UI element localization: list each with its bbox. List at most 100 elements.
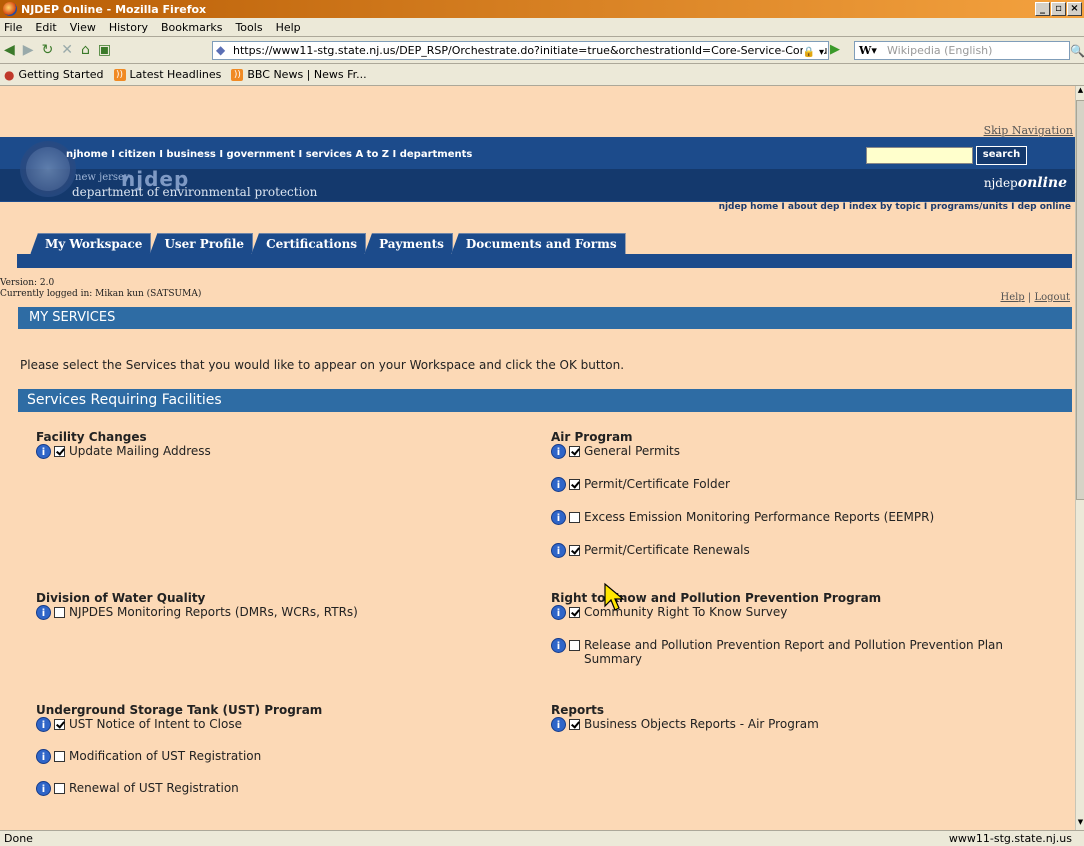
- url-field[interactable]: ◆ https://www11-stg.state.nj.us/DEP_RSP/…: [212, 41, 829, 60]
- menu-file[interactable]: File: [4, 21, 22, 34]
- service-label: Permit/Certificate Folder: [584, 477, 730, 491]
- bookmark-getting-started[interactable]: ● Getting Started: [4, 68, 104, 82]
- info-icon[interactable]: i: [36, 749, 51, 764]
- info-icon[interactable]: i: [551, 444, 566, 459]
- group-ust-program: Underground Storage Tank (UST) Program i…: [36, 703, 322, 796]
- version-info: Version: 2.0 Currently logged in: Mikan …: [0, 278, 201, 300]
- info-icon[interactable]: i: [551, 477, 566, 492]
- service-checkbox[interactable]: [54, 446, 65, 457]
- vertical-scrollbar[interactable]: ▲ ▼: [1075, 86, 1084, 830]
- group-title: Air Program: [551, 430, 633, 444]
- info-icon[interactable]: i: [36, 444, 51, 459]
- service-checkbox[interactable]: [54, 783, 65, 794]
- service-checkbox[interactable]: [569, 719, 580, 730]
- section-header-services-requiring-facilities: Services Requiring Facilities: [18, 389, 1072, 412]
- help-link[interactable]: Help: [1000, 292, 1024, 303]
- bookmark-page-icon[interactable]: ▣: [98, 42, 111, 58]
- service-checkbox[interactable]: [569, 607, 580, 618]
- bookmarks-toolbar: ● Getting Started )) Latest Headlines ))…: [0, 64, 1084, 86]
- menu-edit[interactable]: Edit: [35, 21, 56, 34]
- service-item: i Permit/Certificate Folder: [551, 477, 934, 492]
- forward-icon[interactable]: ▶: [23, 42, 34, 58]
- scrollbar-thumb[interactable]: [1076, 100, 1084, 500]
- window-title: NJDEP Online - Mozilla Firefox: [21, 2, 207, 16]
- group-air-program: Air Program i General Permits i Permit/C…: [551, 430, 934, 558]
- info-icon[interactable]: i: [551, 510, 566, 525]
- service-item: i Renewal of UST Registration: [36, 781, 322, 796]
- service-item: i Permit/Certificate Renewals: [551, 543, 934, 558]
- service-label: Excess Emission Monitoring Performance R…: [584, 510, 935, 524]
- info-icon[interactable]: i: [551, 543, 566, 558]
- bookmark-latest-headlines[interactable]: )) Latest Headlines: [113, 68, 221, 81]
- minimize-button[interactable]: _: [1035, 2, 1050, 16]
- menu-history[interactable]: History: [109, 21, 148, 34]
- service-checkbox[interactable]: [54, 751, 65, 762]
- bookmark-label: Getting Started: [18, 68, 104, 81]
- navigation-toolbar: ◀ ▶ ↻ ✕ ⌂ ▣ ◆ https://www11-stg.state.nj…: [0, 37, 1084, 64]
- info-icon[interactable]: i: [36, 717, 51, 732]
- service-checkbox[interactable]: [569, 479, 580, 490]
- site-header: njhome I citizen I business I government…: [0, 137, 1075, 202]
- group-title: Underground Storage Tank (UST) Program: [36, 703, 323, 717]
- tab-certifications[interactable]: Certifications: [251, 233, 367, 255]
- tab-documents-and-forms[interactable]: Documents and Forms: [450, 233, 626, 255]
- scroll-down-icon[interactable]: ▼: [1076, 818, 1084, 830]
- service-checkbox[interactable]: [569, 446, 580, 457]
- page-viewport: Skip Navigation njhome I citizen I busin…: [0, 86, 1075, 830]
- service-label: Modification of UST Registration: [69, 749, 262, 763]
- firefox-icon: [3, 2, 17, 16]
- service-label: Update Mailing Address: [69, 444, 211, 458]
- info-icon[interactable]: i: [551, 638, 566, 653]
- url-dropdown-icon[interactable]: ▾: [819, 44, 824, 59]
- stop-icon[interactable]: ✕: [61, 42, 73, 58]
- close-button[interactable]: ×: [1067, 2, 1082, 16]
- info-icon[interactable]: i: [551, 605, 566, 620]
- service-item: i Modification of UST Registration: [36, 749, 322, 764]
- scroll-up-icon[interactable]: ▲: [1076, 86, 1084, 98]
- service-checkbox[interactable]: [54, 607, 65, 618]
- service-item: i Excess Emission Monitoring Performance…: [551, 510, 934, 525]
- info-icon[interactable]: i: [36, 781, 51, 796]
- service-item: i Business Objects Reports - Air Program: [551, 717, 819, 732]
- sub-nav[interactable]: njdep home I about dep I index by topic …: [719, 202, 1071, 212]
- service-item: i NJPDES Monitoring Reports (DMRs, WCRs,…: [36, 605, 358, 620]
- go-icon[interactable]: ▶: [830, 42, 840, 57]
- search-icon[interactable]: 🔍: [1070, 44, 1084, 58]
- service-label: UST Notice of Intent to Close: [69, 717, 242, 731]
- info-icon[interactable]: i: [36, 605, 51, 620]
- service-item: i UST Notice of Intent to Close: [36, 717, 322, 732]
- service-checkbox[interactable]: [569, 640, 580, 651]
- group-title: Reports: [551, 703, 605, 717]
- menu-tools[interactable]: Tools: [235, 21, 262, 34]
- menu-view[interactable]: View: [70, 21, 96, 34]
- service-checkbox[interactable]: [569, 512, 580, 523]
- bookmark-bbc-news[interactable]: )) BBC News | News Fr...: [231, 68, 367, 81]
- site-search-button[interactable]: search: [976, 146, 1027, 165]
- menu-bookmarks[interactable]: Bookmarks: [161, 21, 222, 34]
- back-icon[interactable]: ◀: [4, 42, 15, 58]
- tab-user-profile[interactable]: User Profile: [149, 233, 254, 255]
- status-bar: Done www11-stg.state.nj.us: [0, 830, 1084, 846]
- tab-my-workspace[interactable]: My Workspace: [30, 233, 152, 255]
- top-nav[interactable]: njhome I citizen I business I government…: [66, 149, 472, 160]
- home-icon[interactable]: ⌂: [81, 42, 90, 58]
- menu-help[interactable]: Help: [276, 21, 301, 34]
- service-label: Permit/Certificate Renewals: [584, 543, 750, 557]
- njdep-online-logo: njdeponline: [984, 175, 1067, 191]
- tab-payments[interactable]: Payments: [364, 233, 453, 255]
- service-label: Release and Pollution Prevention Report …: [584, 638, 1003, 666]
- group-title: Division of Water Quality: [36, 591, 206, 605]
- restore-button[interactable]: ▫: [1051, 2, 1066, 16]
- group-water-quality: Division of Water Quality i NJPDES Monit…: [36, 591, 358, 620]
- search-engine-field[interactable]: W▾ Wikipedia (English): [854, 41, 1070, 60]
- logout-link[interactable]: Logout: [1034, 292, 1070, 303]
- info-icon[interactable]: i: [551, 717, 566, 732]
- site-search-input[interactable]: [866, 147, 973, 164]
- online-prefix: njdep: [983, 176, 1018, 190]
- reload-icon[interactable]: ↻: [42, 42, 54, 58]
- service-checkbox[interactable]: [569, 545, 580, 556]
- service-checkbox[interactable]: [54, 719, 65, 730]
- wikipedia-icon[interactable]: W▾: [859, 42, 877, 59]
- skip-navigation-link[interactable]: Skip Navigation: [984, 124, 1073, 137]
- site-identity-icon: ◆: [216, 43, 226, 57]
